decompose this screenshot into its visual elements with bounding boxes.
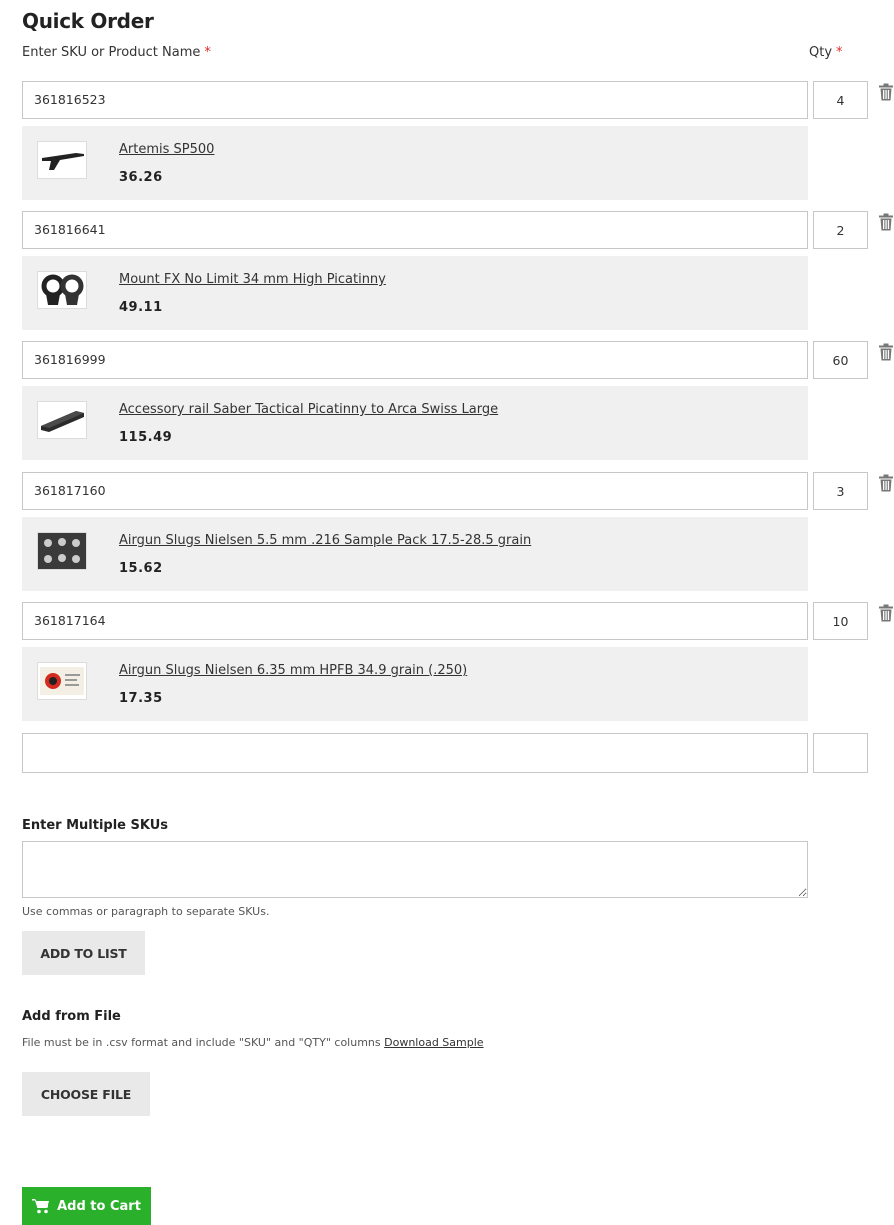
order-row: Artemis SP500 36.26 <box>22 81 894 201</box>
product-price: 15.62 <box>119 561 163 576</box>
product-result: Artemis SP500 36.26 <box>22 126 808 200</box>
sku-input[interactable] <box>22 602 808 640</box>
order-row: Airgun Slugs Nielsen 5.5 mm .216 Sample … <box>22 472 894 592</box>
qty-input[interactable] <box>813 81 868 119</box>
product-result: Airgun Slugs Nielsen 5.5 mm .216 Sample … <box>22 517 808 591</box>
choose-file-button[interactable]: CHOOSE FILE <box>22 1072 150 1116</box>
trash-icon[interactable] <box>878 213 894 231</box>
slug-pack-icon <box>37 532 87 570</box>
product-price: 36.26 <box>119 170 163 185</box>
qty-input[interactable] <box>813 341 868 379</box>
sku-input[interactable] <box>22 472 808 510</box>
slug-box-icon <box>37 662 87 700</box>
product-name-link[interactable]: Airgun Slugs Nielsen 5.5 mm .216 Sample … <box>119 533 531 548</box>
add-to-cart-label: Add to Cart <box>57 1198 141 1214</box>
multiple-skus-label: Enter Multiple SKUs <box>22 818 169 833</box>
product-result: Mount FX No Limit 34 mm High Picatinny 4… <box>22 256 808 330</box>
empty-order-row <box>22 733 894 773</box>
multiple-skus-textarea[interactable] <box>22 841 808 898</box>
sku-input[interactable] <box>22 341 808 379</box>
trash-icon[interactable] <box>878 83 894 101</box>
scope-rings-icon <box>37 271 87 309</box>
product-result: Accessory rail Saber Tactical Picatinny … <box>22 386 808 460</box>
product-name-link[interactable]: Airgun Slugs Nielsen 6.35 mm HPFB 34.9 g… <box>119 663 467 678</box>
add-from-file-label: Add from File <box>22 1009 121 1024</box>
sku-input[interactable] <box>22 733 808 773</box>
add-to-cart-button[interactable]: Add to Cart <box>22 1187 151 1225</box>
multiple-skus-hint: Use commas or paragraph to separate SKUs… <box>22 905 270 918</box>
product-name-link[interactable]: Mount FX No Limit 34 mm High Picatinny <box>119 272 386 287</box>
required-mark: * <box>836 45 843 60</box>
qty-input[interactable] <box>813 211 868 249</box>
product-price: 17.35 <box>119 691 163 706</box>
product-price: 115.49 <box>119 430 173 445</box>
download-sample-link[interactable]: Download Sample <box>384 1036 483 1049</box>
rail-icon <box>37 401 87 439</box>
file-hint: File must be in .csv format and include … <box>22 1036 484 1049</box>
order-row: Accessory rail Saber Tactical Picatinny … <box>22 341 894 461</box>
product-price: 49.11 <box>119 300 163 315</box>
cart-icon <box>32 1199 50 1214</box>
trash-icon[interactable] <box>878 604 894 622</box>
product-name-link[interactable]: Artemis SP500 <box>119 142 214 157</box>
product-name-link[interactable]: Accessory rail Saber Tactical Picatinny … <box>119 402 498 417</box>
sku-input[interactable] <box>22 211 808 249</box>
order-row: Mount FX No Limit 34 mm High Picatinny 4… <box>22 211 894 331</box>
qty-input[interactable] <box>813 602 868 640</box>
sku-input[interactable] <box>22 81 808 119</box>
order-row: Airgun Slugs Nielsen 6.35 mm HPFB 34.9 g… <box>22 602 894 722</box>
required-mark: * <box>204 45 211 60</box>
product-result: Airgun Slugs Nielsen 6.35 mm HPFB 34.9 g… <box>22 647 808 721</box>
air-pistol-icon <box>37 141 87 179</box>
qty-input[interactable] <box>813 733 868 773</box>
qty-input[interactable] <box>813 472 868 510</box>
qty-label: Qty * <box>809 45 843 60</box>
trash-icon[interactable] <box>878 343 894 361</box>
trash-icon[interactable] <box>878 474 894 492</box>
page-title: Quick Order <box>22 9 154 33</box>
add-to-list-button[interactable]: ADD TO LIST <box>22 931 145 975</box>
sku-label: Enter SKU or Product Name * <box>22 45 211 60</box>
